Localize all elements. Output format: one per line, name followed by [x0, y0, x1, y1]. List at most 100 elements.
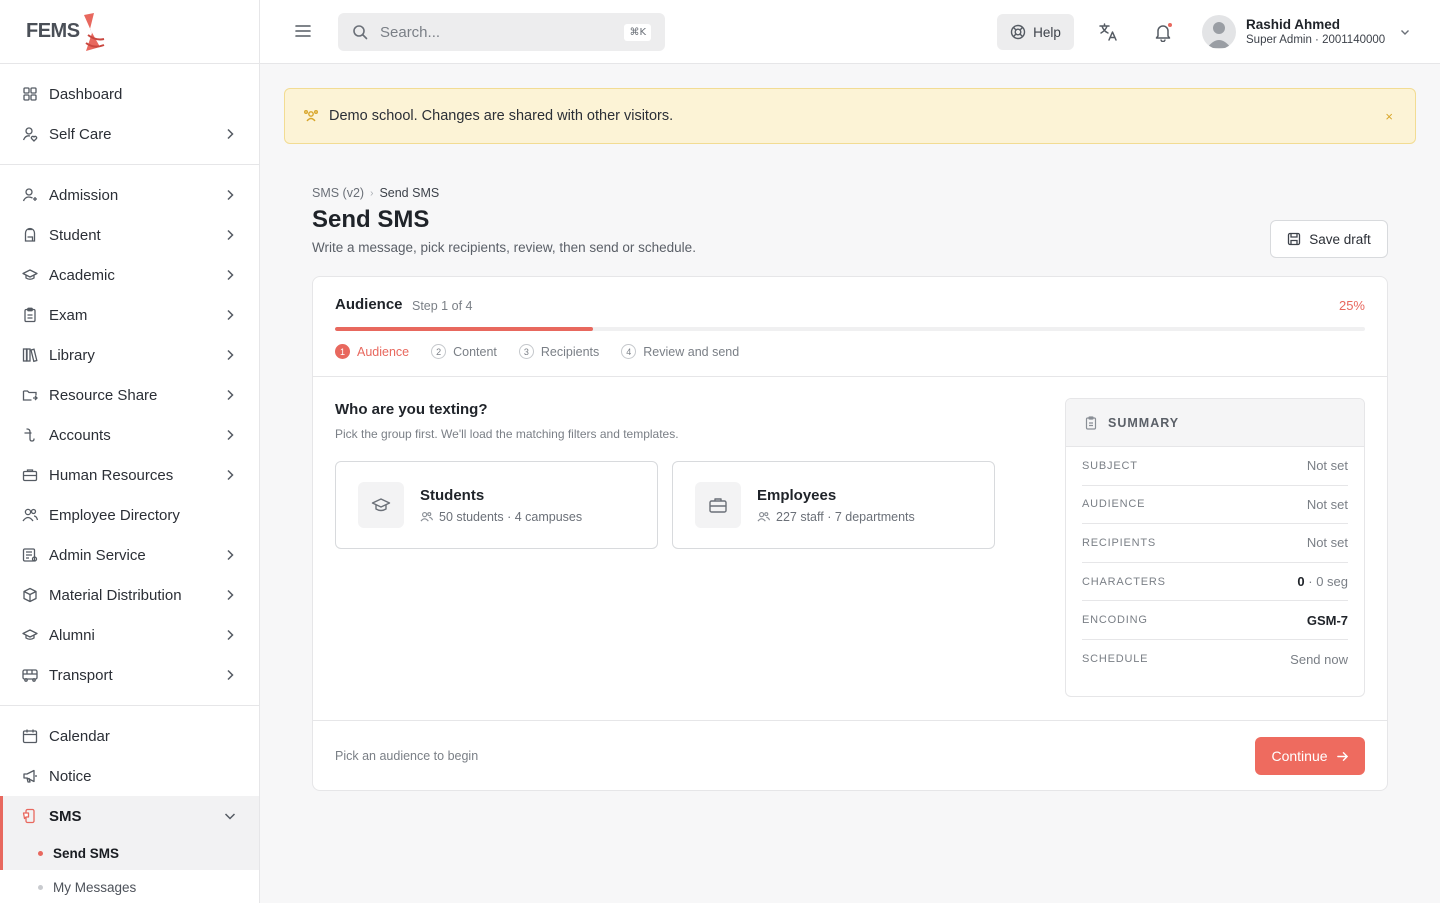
- step-count: Step 1 of 4: [412, 299, 473, 313]
- sms-submenu: Send SMS My Messages: [0, 836, 259, 903]
- bullet-dot: [38, 884, 43, 890]
- step-audience[interactable]: 1 Audience: [335, 344, 409, 359]
- users-icon: [420, 512, 433, 522]
- audience-title: Employees: [757, 486, 837, 504]
- search-box[interactable]: ⌘K: [338, 13, 665, 51]
- sidebar-item-label: Exam: [49, 306, 88, 324]
- sidebar-item-label: Alumni: [49, 626, 95, 644]
- sidebar-item-library[interactable]: Library: [0, 335, 259, 375]
- translate-icon[interactable]: [1098, 22, 1118, 42]
- sidebar-item-label: Admin Service: [49, 546, 146, 564]
- user-menu[interactable]: Rashid Ahmed Super Admin · 2001140000: [1202, 15, 1411, 49]
- summary-title: SUMMARY: [1108, 415, 1180, 430]
- sidebar-item-transport[interactable]: Transport: [0, 655, 259, 695]
- sidebar-item-alumni[interactable]: Alumni: [0, 615, 259, 655]
- audience-card-employees[interactable]: Employees 227 staff · 7 departments: [672, 461, 995, 549]
- step-review-and-send[interactable]: 4 Review and send: [621, 344, 739, 359]
- user-role: Super Admin · 2001140000: [1246, 34, 1386, 46]
- sidebar-item-label: Material Distribution: [49, 586, 182, 604]
- summary-rows: SUBJECT Not set AUDIENCE Not set RECIPIENTS N…: [1066, 447, 1364, 679]
- step-label: Audience: [357, 344, 410, 359]
- graduation-cap-icon: [22, 627, 38, 643]
- step-number: 1: [335, 344, 350, 359]
- chevron-right-icon: [223, 388, 237, 402]
- sms-icon: [22, 808, 38, 824]
- sidebar-item-dashboard[interactable]: Dashboard: [0, 74, 259, 114]
- sidebar-item-calendar[interactable]: Calendar: [0, 716, 259, 756]
- sidebar-item-exam[interactable]: Exam: [0, 295, 259, 335]
- grid-icon: [22, 86, 38, 102]
- page-title: Send SMS: [312, 206, 430, 233]
- sidebar-item-resource-share[interactable]: Resource Share: [0, 375, 259, 415]
- audience-meta-text: 50 students · 4 campuses: [439, 509, 583, 524]
- sidebar-item-material-distribution[interactable]: Material Distribution: [0, 575, 259, 615]
- search-shortcut-badge: ⌘K: [624, 23, 651, 41]
- sidebar-item-notice[interactable]: Notice: [0, 756, 259, 796]
- search-input[interactable]: [380, 23, 625, 41]
- clipboard-icon: [1085, 415, 1097, 430]
- bus-icon: [22, 667, 38, 683]
- sidebar-item-student[interactable]: Student: [0, 215, 259, 255]
- currency-icon: [22, 427, 38, 443]
- summary-row-audience: AUDIENCE Not set: [1082, 486, 1348, 525]
- save-draft-label: Save draft: [1309, 231, 1371, 247]
- chevron-right-icon: [223, 468, 237, 482]
- step-content[interactable]: 2 Content: [431, 344, 497, 359]
- books-icon: [22, 347, 38, 363]
- summary-row-characters: CHARACTERS 0 · 0 seg: [1082, 563, 1348, 602]
- bullet-dot: [38, 850, 43, 856]
- sidebar-item-label: Calendar: [49, 727, 110, 745]
- summary-key: SUBJECT: [1082, 459, 1138, 472]
- demo-banner: Demo school. Changes are shared with oth…: [284, 88, 1416, 144]
- avatar: [1202, 15, 1236, 49]
- summary-key: AUDIENCE: [1082, 498, 1146, 511]
- hamburger-menu-icon[interactable]: [294, 22, 312, 40]
- sidebar-item-label: SMS: [49, 807, 82, 825]
- step-number: 2: [431, 344, 447, 359]
- audience-card-students[interactable]: Students 50 students · 4 campuses: [335, 461, 658, 549]
- nav-group-comms: Calendar Notice SMS: [0, 706, 259, 836]
- sidebar-item-employee-directory[interactable]: Employee Directory: [0, 495, 259, 535]
- step-label: Review and send: [643, 344, 740, 359]
- sidebar-item-academic[interactable]: Academic: [0, 255, 259, 295]
- breadcrumb-parent[interactable]: SMS (v2): [312, 186, 364, 200]
- sidebar-subitem-send-sms[interactable]: Send SMS: [0, 836, 259, 870]
- sidebar-item-human-resources[interactable]: Human Resources: [0, 455, 259, 495]
- summary-key: SCHEDULE: [1082, 653, 1149, 666]
- box-icon: [22, 587, 38, 603]
- id-card-icon: [22, 547, 38, 563]
- sidebar-subitem-label: Send SMS: [53, 845, 120, 861]
- sidebar-item-label: Notice: [49, 767, 92, 785]
- sidebar-subitem-my-messages[interactable]: My Messages: [0, 870, 259, 903]
- step-title: Audience: [335, 296, 403, 313]
- progress-bar: [335, 327, 1365, 331]
- banner-close-button[interactable]: ×: [1385, 109, 1393, 124]
- sidebar-item-sms[interactable]: SMS: [0, 796, 259, 836]
- users-icon: [22, 507, 38, 523]
- help-button[interactable]: Help: [997, 14, 1074, 50]
- logo-text: FEMS: [26, 20, 80, 42]
- save-draft-button[interactable]: Save draft: [1270, 220, 1388, 258]
- logo[interactable]: FEMS: [0, 0, 259, 64]
- nav-group-main: Dashboard Self Care: [0, 64, 259, 165]
- sidebar-item-admission[interactable]: Admission: [0, 175, 259, 215]
- nav-group-modules: Admission Student Academic Exam Library Resou…: [0, 165, 259, 706]
- sidebar-item-accounts[interactable]: Accounts: [0, 415, 259, 455]
- summary-value-strong: 0: [1297, 574, 1305, 590]
- sidebar-item-self-care[interactable]: Self Care: [0, 114, 259, 154]
- notification-bell-icon[interactable]: [1153, 22, 1173, 43]
- wizard-card: Audience Step 1 of 4 25% 1 Audience 2 Conte…: [312, 276, 1388, 791]
- summary-key: RECIPIENTS: [1082, 536, 1157, 549]
- summary-row-encoding: ENCODING GSM-7: [1082, 601, 1348, 640]
- chevron-right-icon: [223, 188, 237, 202]
- sidebar-item-admin-service[interactable]: Admin Service: [0, 535, 259, 575]
- help-label: Help: [1033, 24, 1061, 40]
- audience-title: Students: [420, 486, 485, 504]
- sidebar-item-label: Employee Directory: [49, 506, 180, 524]
- continue-button[interactable]: Continue: [1255, 737, 1365, 775]
- audience-meta: 50 students · 4 campuses: [420, 510, 582, 524]
- chevron-right-icon: [223, 348, 237, 362]
- step-recipients[interactable]: 3 Recipients: [518, 344, 599, 359]
- chevron-right-icon: [223, 127, 237, 141]
- summary-row-recipients: RECIPIENTS Not set: [1082, 524, 1348, 563]
